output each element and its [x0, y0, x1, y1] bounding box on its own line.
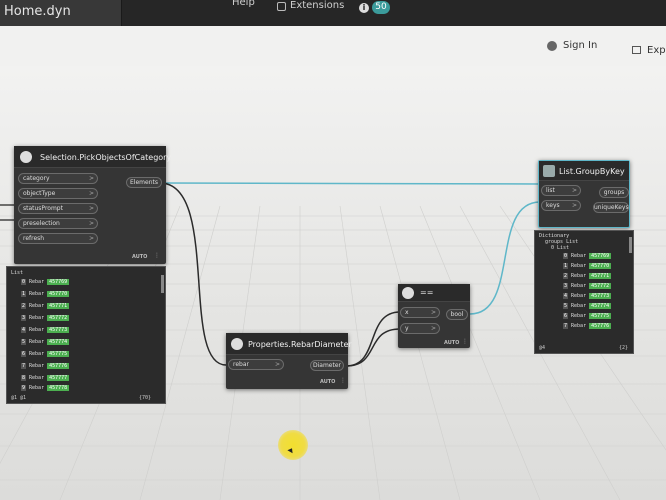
info-icon[interactable]: i: [359, 3, 369, 13]
list-item: 2 Rebar 457771: [21, 303, 70, 309]
node-title: ==: [420, 288, 434, 297]
sign-in-button[interactable]: Sign In: [563, 40, 597, 51]
node-menu-icon[interactable]: ⋮: [340, 377, 346, 384]
title-bar: Home.dyn Help Extensions i 50: [0, 0, 666, 26]
port-label: keys: [546, 202, 560, 209]
preview-footer-count: {2}: [619, 345, 629, 351]
input-port-preselection[interactable]: preselection >: [18, 218, 98, 229]
port-label: list: [546, 187, 555, 194]
preview-scrollbar[interactable]: [161, 275, 164, 293]
lacing-indicator[interactable]: AUTO: [444, 340, 459, 346]
list-item: 1 Rebar 457770: [21, 291, 70, 297]
input-port-y[interactable]: y >: [400, 323, 440, 334]
list-item: 9 Rebar 457778: [21, 385, 70, 391]
list-item: 8 Rebar 457777: [21, 375, 70, 381]
file-tab[interactable]: Home.dyn: [0, 0, 122, 26]
cursor-highlight: [278, 430, 308, 460]
preview-subheader-list: 0 List: [551, 245, 570, 251]
port-label: objectType: [23, 190, 56, 197]
export-icon: [632, 46, 641, 54]
node-title: Properties.RebarDiameter: [248, 340, 352, 349]
extensions-icon: [277, 2, 286, 11]
node-type-icon: [20, 151, 32, 163]
node-header[interactable]: ==: [398, 284, 470, 302]
list-item: 4 Rebar 457773: [563, 293, 612, 299]
node-header[interactable]: Selection.PickObjectsOfCategory: [14, 146, 171, 168]
input-port-objecttype[interactable]: objectType >: [18, 188, 98, 199]
node-properties-rebar-diameter[interactable]: Properties.RebarDiameter rebar > Diameter…: [226, 333, 352, 389]
port-label: x: [405, 309, 409, 316]
list-item: 6 Rebar 457775: [21, 351, 70, 357]
notification-badge[interactable]: 50: [372, 1, 390, 14]
output-port-groups[interactable]: groups: [599, 187, 629, 198]
list-item: 5 Rebar 457774: [563, 303, 612, 309]
preview-footer-levels: @1 @1: [11, 395, 27, 401]
list-item: 5 Rebar 457774: [21, 339, 70, 345]
port-label: category: [23, 175, 50, 182]
list-item: 3 Rebar 457772: [563, 283, 612, 289]
node-header[interactable]: List.GroupByKey: [539, 161, 629, 181]
list-item: 4 Rebar 457773: [21, 327, 70, 333]
list-item: 3 Rebar 457772: [21, 315, 70, 321]
input-port-rebar[interactable]: rebar >: [228, 359, 284, 370]
list-item: 0 Rebar 457769: [563, 253, 612, 259]
output-port-diameter[interactable]: Diameter: [310, 360, 344, 371]
account-icon: [547, 41, 557, 51]
menu-extensions[interactable]: Extensions: [290, 0, 344, 11]
preview-bubble-left[interactable]: List 0 Rebar 457769 1 Rebar 457770 2 Reb…: [6, 266, 166, 404]
port-label: preselection: [23, 220, 60, 227]
input-port-x[interactable]: x >: [400, 307, 440, 318]
input-port-keys[interactable]: keys >: [541, 200, 581, 211]
list-node-icon: [543, 165, 555, 177]
port-label: statusPrompt: [23, 205, 63, 212]
file-tab-label: Home.dyn: [4, 4, 71, 19]
preview-header: List: [11, 270, 24, 276]
list-item: 7 Rebar 457776: [21, 363, 70, 369]
preview-scrollbar[interactable]: [629, 237, 632, 253]
node-type-icon: [231, 338, 243, 350]
list-item: 0 Rebar 457769: [21, 279, 70, 285]
list-item: 6 Rebar 457775: [563, 313, 612, 319]
node-pick-objects-of-category[interactable]: Selection.PickObjectsOfCategory category…: [14, 146, 171, 264]
menu-help[interactable]: Help: [232, 0, 255, 8]
port-label: y: [405, 325, 409, 332]
node-list-groupbykey[interactable]: List.GroupByKey list > keys > groups uniqu…: [538, 160, 630, 228]
preview-footer-levels: @4: [539, 345, 546, 351]
port-label: rebar: [233, 361, 249, 368]
input-port-statusprompt[interactable]: statusPrompt >: [18, 203, 98, 214]
list-item: 2 Rebar 457771: [563, 273, 612, 279]
input-port-list[interactable]: list >: [541, 185, 581, 196]
lacing-indicator[interactable]: AUTO: [320, 379, 335, 385]
export-button[interactable]: Exp: [647, 45, 666, 56]
port-label: refresh: [23, 235, 45, 242]
node-equals[interactable]: == x > y > bool AUTO ⋮: [398, 284, 470, 348]
lacing-indicator[interactable]: AUTO: [132, 254, 147, 260]
input-port-refresh[interactable]: refresh >: [18, 233, 98, 244]
list-item: 1 Rebar 457770: [563, 263, 612, 269]
output-port-elements[interactable]: Elements: [126, 177, 162, 188]
output-port-uniquekeys[interactable]: uniqueKeys: [593, 202, 629, 213]
node-menu-icon[interactable]: ⋮: [462, 338, 468, 345]
preview-bubble-right[interactable]: Dictionary groups List 0 List 0 Rebar 45…: [534, 230, 634, 354]
node-title: List.GroupByKey: [559, 167, 625, 176]
node-type-icon: [402, 287, 414, 299]
output-port-bool[interactable]: bool: [446, 309, 468, 320]
list-item: 7 Rebar 457776: [563, 323, 612, 329]
node-header[interactable]: Properties.RebarDiameter: [226, 333, 352, 355]
input-port-category[interactable]: category >: [18, 173, 98, 184]
node-menu-icon[interactable]: ⋮: [154, 252, 160, 259]
node-title: Selection.PickObjectsOfCategory: [40, 153, 172, 162]
preview-footer-count: {70}: [139, 395, 152, 401]
